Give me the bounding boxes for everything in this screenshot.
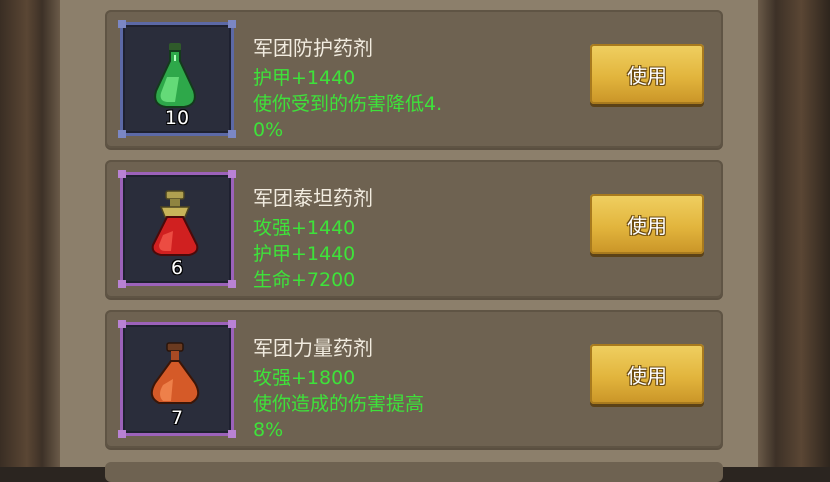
item-description: 护甲+1440 使你受到的伤害降低4. 0%: [253, 65, 493, 143]
item-count: 7: [170, 407, 184, 429]
use-button[interactable]: 使用: [590, 344, 704, 404]
item-desc-line: 护甲+1440: [253, 243, 356, 265]
item-list-panel[interactable]: 10 军团防护药剂 护甲+1440 使你受到的伤害降低4. 0% 使用 6 军团…: [60, 0, 758, 482]
use-button[interactable]: 使用: [590, 194, 704, 254]
item-name: 军团防护药剂: [253, 36, 373, 60]
item-slot[interactable]: 7: [118, 320, 236, 438]
item-card-partial: [105, 462, 723, 482]
item-desc-line: 使你受到的伤害降低4.: [253, 93, 443, 115]
frame-right-border: [758, 0, 830, 467]
item-desc-line: 生命+7200: [253, 269, 356, 291]
use-button[interactable]: 使用: [590, 44, 704, 104]
item-desc-line: 攻强+1440: [253, 217, 356, 239]
item-desc-line: 使你造成的伤害提高: [253, 393, 425, 415]
item-desc-line: 8%: [253, 419, 284, 441]
item-name: 军团力量药剂: [253, 336, 373, 360]
item-card: 7 军团力量药剂 攻强+1800 使你造成的伤害提高 8% 使用: [105, 310, 723, 448]
item-card: 6 军团泰坦药剂 攻强+1440 护甲+1440 生命+7200 使用: [105, 160, 723, 298]
item-desc-line: 0%: [253, 119, 284, 141]
item-description: 攻强+1800 使你造成的伤害提高 8%: [253, 365, 493, 443]
item-name: 军团泰坦药剂: [253, 186, 373, 210]
item-slot[interactable]: 10: [118, 20, 236, 138]
item-count: 10: [164, 107, 190, 129]
item-desc-line: 护甲+1440: [253, 67, 356, 89]
item-description: 攻强+1440 护甲+1440 生命+7200: [253, 215, 493, 293]
item-desc-line: 攻强+1800: [253, 367, 356, 389]
frame-left-border: [0, 0, 60, 467]
item-count: 6: [170, 257, 184, 279]
item-card: 10 军团防护药剂 护甲+1440 使你受到的伤害降低4. 0% 使用: [105, 10, 723, 148]
item-slot[interactable]: 6: [118, 170, 236, 288]
